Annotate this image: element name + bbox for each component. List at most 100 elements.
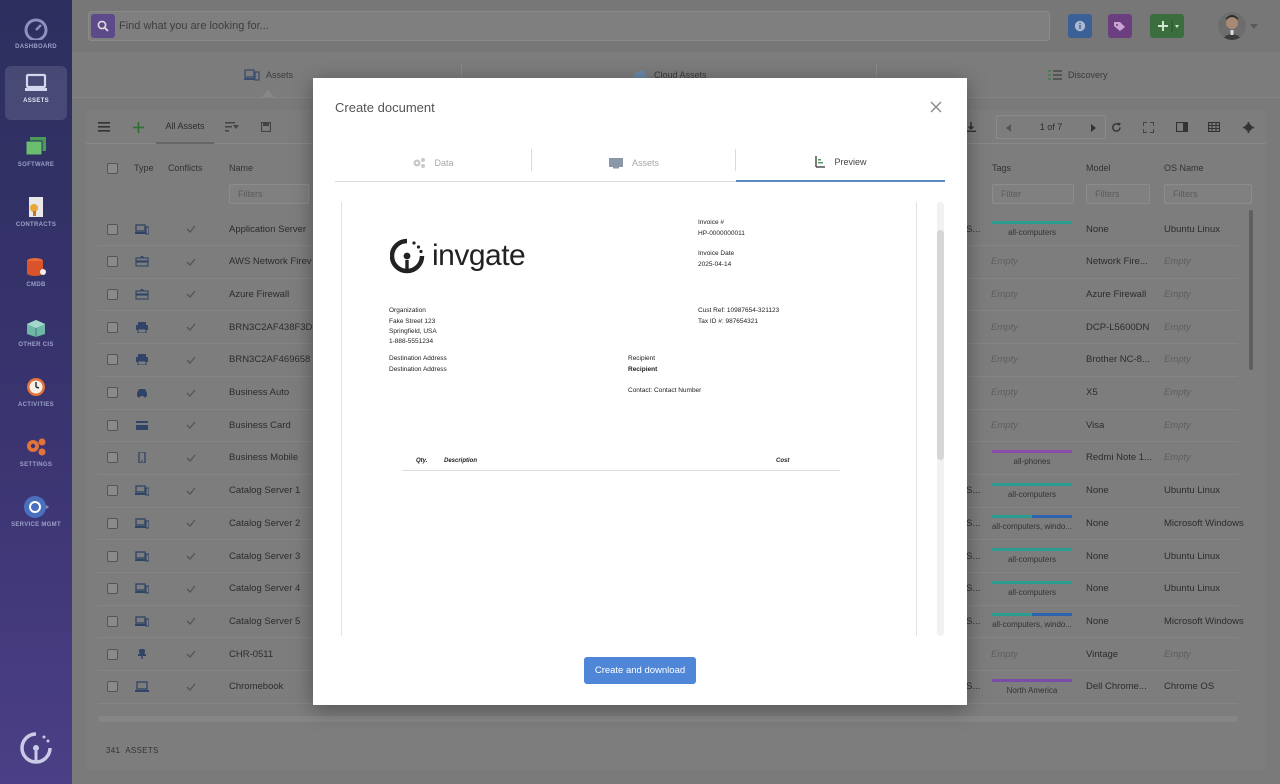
col-name[interactable]: Name bbox=[229, 156, 253, 180]
sidebar-item-label: SOFTWARE bbox=[17, 162, 55, 168]
asset-name-link[interactable]: Azure Firewall bbox=[229, 278, 319, 310]
asset-name-link[interactable]: Business Card bbox=[229, 409, 319, 441]
row-checkbox[interactable] bbox=[107, 278, 118, 310]
grid-icon bbox=[1208, 122, 1220, 132]
row-checkbox[interactable] bbox=[107, 573, 118, 605]
document-preview: invgate Invoice # HP-0000000011 Invoice … bbox=[341, 202, 917, 636]
col-conflicts[interactable]: Conflicts bbox=[168, 156, 203, 180]
menu-button[interactable] bbox=[90, 110, 118, 144]
preview-scrollbar[interactable] bbox=[937, 202, 944, 636]
row-checkbox[interactable] bbox=[107, 442, 118, 474]
col-os-name[interactable]: OS Name bbox=[1164, 156, 1204, 180]
filter-button[interactable] bbox=[218, 110, 246, 144]
row-checkbox[interactable] bbox=[107, 671, 118, 703]
tag-chip: North America bbox=[992, 678, 1072, 695]
customer-ref: Cust Ref: 10987654-321123 bbox=[698, 307, 780, 314]
select-all-checkbox[interactable] bbox=[107, 156, 118, 180]
sidebar-item-label: CMDB bbox=[26, 282, 46, 288]
tag-cell: all-computers bbox=[991, 213, 1073, 245]
refresh-button[interactable] bbox=[1104, 110, 1128, 144]
os-filter-input[interactable]: Filters bbox=[1164, 184, 1252, 204]
tab-preview[interactable]: Preview bbox=[736, 144, 945, 182]
side-panel-button[interactable] bbox=[1170, 110, 1194, 144]
expand-icon bbox=[1142, 121, 1154, 133]
row-checkbox[interactable] bbox=[107, 540, 118, 572]
tab-assets[interactable]: Assets bbox=[532, 144, 735, 182]
sidebar-item-other-cis[interactable]: OTHER CIS bbox=[5, 310, 67, 364]
fullscreen-button[interactable] bbox=[1136, 110, 1160, 144]
name-filter-input[interactable]: Filters bbox=[229, 184, 309, 204]
tags-filter-input[interactable]: Filter bbox=[992, 184, 1074, 204]
info-button[interactable] bbox=[1068, 14, 1092, 38]
asset-name-link[interactable]: Catalog Server 4 bbox=[229, 573, 319, 605]
row-checkbox[interactable] bbox=[107, 311, 118, 343]
tag-cell: Empty bbox=[991, 344, 1073, 376]
os-cell: Empty bbox=[1164, 354, 1191, 366]
col-tags[interactable]: Tags bbox=[992, 156, 1011, 180]
search-input[interactable] bbox=[119, 12, 1019, 40]
sidebar-item-settings[interactable]: SETTINGS bbox=[5, 430, 67, 484]
asset-name-link[interactable]: Application Server bbox=[229, 213, 319, 245]
save-view-button[interactable] bbox=[252, 110, 280, 144]
horizontal-scrollbar[interactable] bbox=[98, 716, 1238, 722]
scrollbar-thumb[interactable] bbox=[937, 230, 944, 460]
row-checkbox[interactable] bbox=[107, 213, 118, 245]
car-icon bbox=[135, 377, 149, 409]
row-checkbox[interactable] bbox=[107, 246, 118, 278]
sidebar-item-dashboard[interactable]: DASHBOARD bbox=[5, 12, 67, 66]
row-checkbox[interactable] bbox=[107, 377, 118, 409]
vertical-scrollbar[interactable] bbox=[1249, 210, 1253, 370]
asset-name-link[interactable]: AWS Network Firev bbox=[229, 246, 319, 278]
row-checkbox[interactable] bbox=[107, 605, 118, 637]
row-checkbox[interactable] bbox=[107, 475, 118, 507]
sidebar-item-activities[interactable]: ACTIVITIES bbox=[5, 370, 67, 424]
asset-name-link[interactable]: CHR-0511 bbox=[229, 638, 319, 670]
invoice-date: 2025-04-14 bbox=[698, 261, 732, 268]
user-avatar[interactable] bbox=[1218, 12, 1246, 40]
col-model[interactable]: Model bbox=[1086, 156, 1111, 180]
tab-assets[interactable]: Assets bbox=[244, 66, 293, 84]
add-asset-button[interactable] bbox=[124, 110, 152, 144]
recipient-name: Recipient bbox=[628, 366, 658, 373]
asset-name-link[interactable]: Chromebook bbox=[229, 671, 319, 703]
tag-cell: all-phones bbox=[991, 442, 1073, 474]
col-type[interactable]: Type bbox=[134, 156, 154, 180]
next-page-icon[interactable] bbox=[1091, 124, 1097, 132]
create-and-download-button[interactable]: Create and download bbox=[584, 657, 696, 684]
sidebar-item-software[interactable]: SOFTWARE bbox=[5, 130, 67, 184]
asset-name-link[interactable]: Catalog Server 3 bbox=[229, 540, 319, 572]
row-checkbox[interactable] bbox=[107, 409, 118, 441]
sidebar-item-service-mgmt[interactable]: SERVICE MGMT bbox=[5, 490, 67, 544]
settings-button[interactable] bbox=[1236, 110, 1260, 144]
card-icon bbox=[135, 409, 149, 441]
create-button[interactable] bbox=[1150, 14, 1184, 38]
columns-button[interactable] bbox=[1202, 110, 1226, 144]
tab-discovery[interactable]: Discovery bbox=[1048, 66, 1108, 84]
sidebar-item-cmdb[interactable]: CMDB bbox=[5, 250, 67, 304]
asset-name-link[interactable]: BRN3C2AF469658 bbox=[229, 344, 319, 376]
page-indicator[interactable]: 1 of 7 bbox=[1040, 122, 1063, 132]
prev-page-icon[interactable] bbox=[1006, 124, 1012, 132]
asset-name-link[interactable]: Business Auto bbox=[229, 377, 319, 409]
row-checkbox[interactable] bbox=[107, 638, 118, 670]
os-cell: Ubuntu Linux bbox=[1164, 583, 1220, 595]
tag-text: Empty bbox=[991, 648, 1018, 660]
asset-name-link[interactable]: Catalog Server 5 bbox=[229, 605, 319, 637]
truncated-cell: S... bbox=[966, 550, 980, 562]
tags-button[interactable] bbox=[1108, 14, 1132, 38]
search-button[interactable] bbox=[91, 14, 115, 38]
asset-name-link[interactable]: BRN3C2AF438F3D bbox=[229, 311, 319, 343]
row-checkbox[interactable] bbox=[107, 344, 118, 376]
asset-name-link[interactable]: Business Mobile bbox=[229, 442, 319, 474]
chevron-down-icon[interactable] bbox=[1250, 24, 1258, 30]
close-button[interactable] bbox=[929, 100, 947, 118]
sidebar-item-assets[interactable]: ASSETS bbox=[5, 66, 67, 120]
all-assets-view[interactable]: All Assets bbox=[156, 110, 214, 144]
model-filter-input[interactable]: Filters bbox=[1086, 184, 1150, 204]
server-icon bbox=[135, 475, 149, 507]
tab-data[interactable]: Data bbox=[335, 144, 531, 182]
asset-name-link[interactable]: Catalog Server 1 bbox=[229, 475, 319, 507]
asset-name-link[interactable]: Catalog Server 2 bbox=[229, 507, 319, 539]
sidebar-item-contracts[interactable]: CONTRACTS bbox=[5, 190, 67, 244]
row-checkbox[interactable] bbox=[107, 507, 118, 539]
